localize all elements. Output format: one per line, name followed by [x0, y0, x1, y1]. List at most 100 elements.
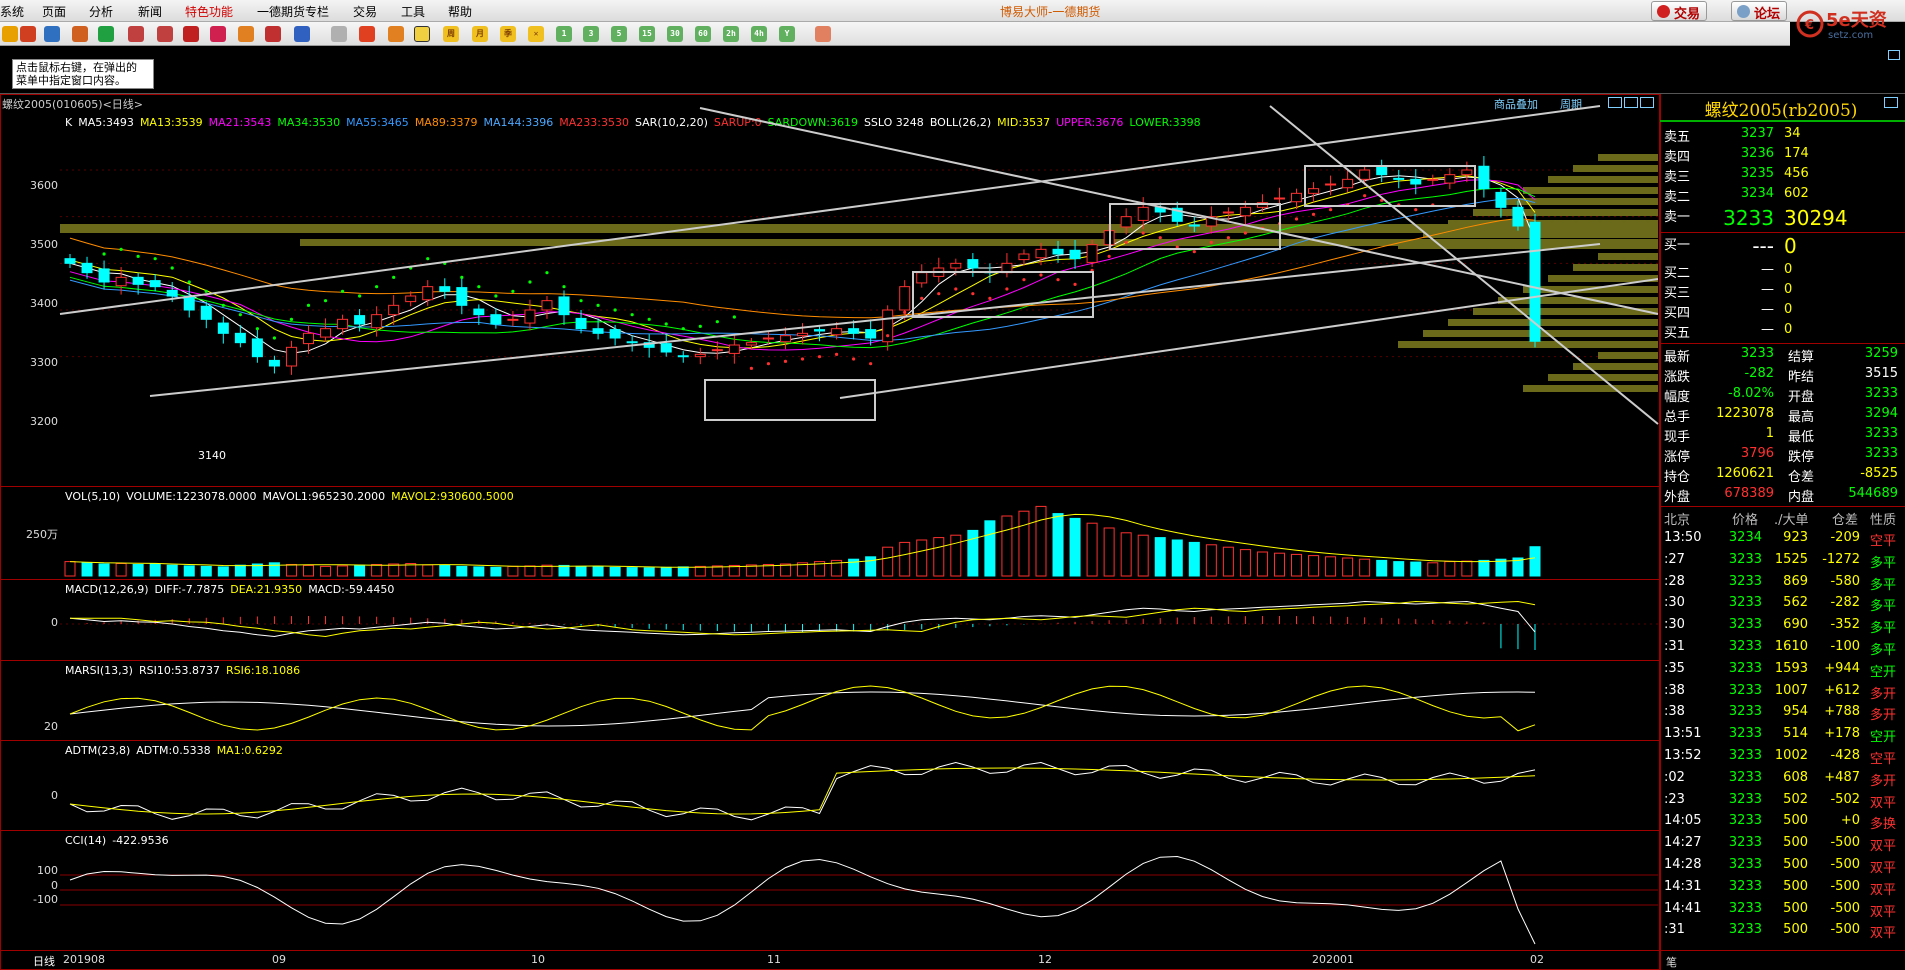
bid-label: 买五	[1664, 326, 1691, 341]
menu-bar: 系统 页面 分析 新闻 特色功能 一德期货专栏 交易 工具 帮助 博易大师-一德…	[0, 0, 1905, 22]
tick-time: :38	[1664, 682, 1685, 698]
stat-value: 3259	[1864, 346, 1898, 361]
period-quarter[interactable]: 季	[500, 26, 516, 42]
period-5min[interactable]: 5	[611, 26, 627, 42]
sar-dot	[204, 289, 208, 293]
ask-volume: 34	[1784, 126, 1801, 141]
panel-toggle-icon[interactable]	[1884, 97, 1898, 108]
sar-dot	[954, 287, 958, 291]
sar-dot	[852, 357, 856, 361]
volume-bar	[371, 563, 383, 577]
sar-dot	[1141, 231, 1145, 235]
table-icon[interactable]	[331, 26, 347, 42]
period-30min[interactable]: 30	[667, 26, 683, 42]
stat-value: 678389	[1724, 486, 1774, 501]
candle	[677, 355, 689, 358]
menu-tools[interactable]: 工具	[401, 3, 425, 20]
tick-row: 13:51 3233 514 +178 空开	[1664, 726, 1902, 745]
filter-icon[interactable]	[265, 26, 281, 42]
menu-analysis[interactable]: 分析	[89, 3, 113, 20]
grid-icon[interactable]	[44, 26, 60, 42]
tick-oi-change: -500	[1830, 857, 1860, 872]
zoom-in-icon[interactable]	[128, 26, 144, 42]
bid-price: —	[1761, 262, 1774, 277]
period-week[interactable]: 周	[443, 26, 459, 42]
candle	[115, 276, 127, 287]
menu-trade[interactable]: 交易	[353, 3, 377, 20]
sar-dot	[136, 254, 140, 258]
day-period-icon[interactable]	[414, 26, 430, 42]
period-month[interactable]: 月	[472, 26, 488, 42]
tick-volume: 500	[1783, 922, 1808, 938]
period-3min[interactable]: 3	[583, 26, 599, 42]
indicator-icon[interactable]	[294, 26, 310, 42]
sar-dot	[817, 355, 822, 359]
tick-row: :31 3233 500 -500 双平	[1664, 922, 1902, 942]
candle	[728, 344, 740, 354]
volume-bar	[916, 539, 928, 577]
ask-label: 卖四	[1664, 150, 1691, 165]
stat-value: 3233	[1740, 346, 1774, 361]
tick-time: 14:28	[1664, 857, 1702, 872]
bid-row: 买三 — 0	[1664, 282, 1902, 301]
bid-price: —	[1761, 322, 1774, 337]
sar-dot	[988, 296, 992, 300]
volume-bar	[1205, 544, 1217, 577]
menu-page[interactable]: 页面	[42, 3, 66, 20]
quote-separator	[1660, 343, 1905, 344]
period-1min[interactable]: 1	[556, 26, 572, 42]
tick-oi-change: -1272	[1822, 551, 1860, 567]
menu-help[interactable]: 帮助	[448, 3, 472, 20]
volume-bar	[183, 565, 195, 577]
menu-yide-column[interactable]: 一德期货专栏	[257, 3, 329, 20]
candle	[251, 338, 263, 358]
home-icon[interactable]	[20, 26, 36, 42]
tick-volume: 502	[1783, 791, 1808, 807]
draw-icon[interactable]	[238, 26, 254, 42]
refresh-icon[interactable]	[98, 26, 114, 42]
volume-bar	[643, 567, 655, 577]
sar-dot	[834, 352, 839, 356]
candle	[745, 342, 757, 346]
chart-trend-icon[interactable]	[359, 26, 375, 42]
sar-dot	[1107, 254, 1111, 258]
tick-volume: 1525	[1774, 551, 1808, 567]
forum-button-label: 论坛	[1754, 7, 1781, 22]
period-15min[interactable]: 15	[639, 26, 655, 42]
menu-system[interactable]: 系统	[0, 3, 24, 20]
period-60min[interactable]: 60	[695, 26, 711, 42]
restore-window-icon[interactable]	[1888, 50, 1900, 60]
pen-icon[interactable]	[210, 26, 226, 42]
period-2h[interactable]: 2h	[723, 26, 739, 42]
period-x-icon[interactable]: ✕	[528, 26, 544, 42]
trade-button[interactable]: 交易	[1651, 1, 1708, 22]
window-icon[interactable]	[183, 26, 199, 42]
menu-features[interactable]: 特色功能	[185, 3, 233, 20]
tab-tick-detail[interactable]: 笔	[1666, 954, 1677, 970]
volume-bar	[1069, 517, 1081, 577]
tick-time: :30	[1664, 617, 1685, 633]
tick-price: 3233	[1728, 595, 1762, 611]
period-year[interactable]: Y	[779, 26, 795, 42]
tick-row: :23 3233 502 -502 双平	[1664, 791, 1902, 811]
candle	[268, 359, 280, 367]
tick-icon[interactable]	[388, 26, 404, 42]
sar-dot	[1192, 250, 1196, 254]
calendar-icon[interactable]	[815, 26, 831, 42]
volume-bar	[115, 563, 127, 577]
menu-news[interactable]: 新闻	[138, 3, 162, 20]
price-chart[interactable]	[0, 94, 1660, 970]
period-4h[interactable]: 4h	[751, 26, 767, 42]
forum-button[interactable]: 论坛	[1731, 1, 1788, 22]
candle	[1427, 178, 1439, 181]
candle	[388, 304, 400, 316]
tick-price: 3233	[1728, 682, 1762, 698]
tick-row: :28 3233 869 -580 多平	[1664, 574, 1902, 593]
toolbar-back-icon[interactable]	[2, 26, 18, 42]
tick-nature: 双平	[1870, 926, 1897, 942]
kline-icon[interactable]	[72, 26, 88, 42]
volume-profile-bar	[1598, 352, 1658, 359]
tick-nature: 空平	[1870, 752, 1897, 767]
tick-row: :38 3233 954 +788 多开	[1664, 704, 1902, 723]
zoom-out-icon[interactable]	[157, 26, 173, 42]
